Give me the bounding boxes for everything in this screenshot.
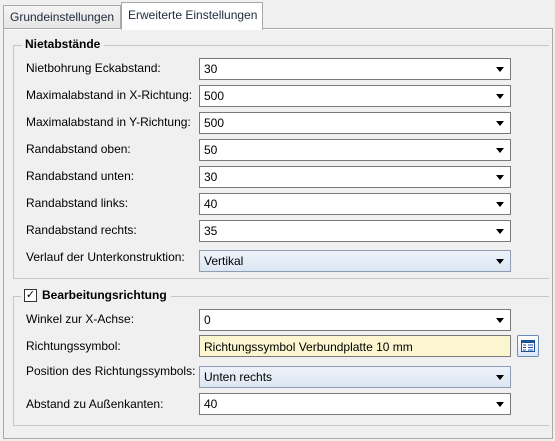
label-position-richtungssymbol: Position des Richtungssymbols:	[26, 364, 196, 378]
label-randabstand-unten: Randabstand unten:	[26, 169, 135, 183]
chevron-down-icon[interactable]	[496, 402, 504, 407]
abstand-aussenkanten-combo[interactable]: 40	[199, 393, 511, 415]
chevron-down-icon[interactable]	[496, 67, 504, 72]
label-nietbohrung-eckabstand: Nietbohrung Eckabstand:	[26, 61, 161, 75]
chevron-down-icon[interactable]	[496, 94, 504, 99]
chevron-down-icon[interactable]	[496, 148, 504, 153]
label-randabstand-oben: Randabstand oben:	[26, 142, 131, 156]
maximalabstand-x-combo[interactable]: 500	[199, 85, 511, 107]
randabstand-rechts-combo[interactable]: 35	[199, 220, 511, 242]
combo-value: 500	[204, 89, 225, 103]
combo-value: Vertikal	[204, 254, 244, 268]
chevron-down-icon[interactable]	[496, 375, 504, 380]
combo-value: 500	[204, 116, 225, 130]
label-abstand-aussenkanten: Abstand zu Außenkanten:	[26, 397, 164, 411]
winkel-x-achse-combo[interactable]: 0	[199, 309, 511, 331]
randabstand-links-combo[interactable]: 40	[199, 193, 511, 215]
chevron-down-icon[interactable]	[496, 121, 504, 126]
combo-value: 40	[204, 397, 218, 411]
randabstand-unten-combo[interactable]: 30	[199, 166, 511, 188]
label-richtungssymbol: Richtungssymbol:	[26, 339, 121, 353]
richtungssymbol-field[interactable]: Richtungssymbol Verbundplatte 10 mm	[199, 335, 511, 357]
chevron-down-icon[interactable]	[496, 259, 504, 264]
combo-value: 0	[204, 313, 211, 327]
combo-value: Unten rechts	[204, 370, 273, 384]
symbol-picker-button[interactable]	[517, 335, 539, 357]
chevron-down-icon[interactable]	[496, 318, 504, 323]
combo-value: 50	[204, 143, 218, 157]
combo-value: 40	[204, 197, 218, 211]
combo-value: 30	[204, 170, 218, 184]
maximalabstand-y-combo[interactable]: 500	[199, 112, 511, 134]
combo-value: 30	[204, 62, 218, 76]
position-richtungssymbol-dropdown[interactable]: Unten rechts	[199, 366, 511, 388]
label-randabstand-rechts: Randabstand rechts:	[26, 223, 137, 237]
chevron-down-icon[interactable]	[496, 175, 504, 180]
verlauf-unterkonstruktion-dropdown[interactable]: Vertikal	[199, 250, 511, 272]
label-maximalabstand-x: Maximalabstand in X-Richtung:	[26, 88, 193, 102]
label-maximalabstand-y: Maximalabstand in Y-Richtung:	[26, 115, 191, 129]
chevron-down-icon[interactable]	[496, 229, 504, 234]
combo-value: 35	[204, 224, 218, 238]
label-verlauf-unterkonstruktion: Verlauf der Unterkonstruktion:	[26, 250, 185, 264]
table-list-icon	[521, 340, 535, 352]
nietbohrung-eckabstand-combo[interactable]: 30	[199, 58, 511, 80]
label-winkel-x-achse: Winkel zur X-Achse:	[26, 312, 135, 326]
label-randabstand-links: Randabstand links:	[26, 196, 129, 210]
randabstand-oben-combo[interactable]: 50	[199, 139, 511, 161]
chevron-down-icon[interactable]	[496, 202, 504, 207]
field-value: Richtungssymbol Verbundplatte 10 mm	[204, 340, 413, 354]
